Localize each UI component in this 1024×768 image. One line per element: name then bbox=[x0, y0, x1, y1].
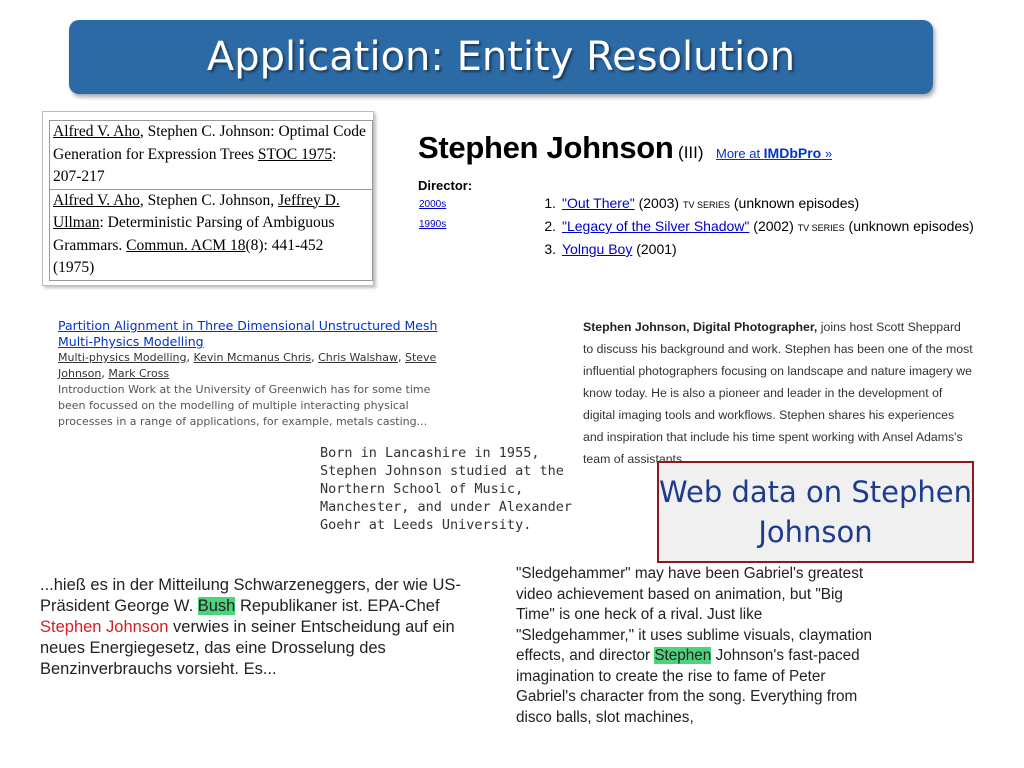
imdb-credit-title-link[interactable]: "Out There" bbox=[562, 195, 635, 211]
imdbpro-suffix: » bbox=[821, 146, 833, 161]
imdb-person-disambig: (III) bbox=[678, 143, 704, 162]
highlighted-name: Stephen Johnson bbox=[40, 618, 169, 636]
imdb-credit-title-link[interactable]: Yolngu Boy bbox=[562, 241, 632, 257]
paper-author-link[interactable]: Chris Walshaw bbox=[318, 351, 398, 364]
slide-title-bar: Application: Entity Resolution bbox=[69, 20, 933, 94]
imdb-credit-year: (2001) bbox=[632, 241, 677, 257]
imdb-credit-num: 1. bbox=[544, 195, 556, 211]
imdb-credit-row: 3. Yolngu Boy (2001) bbox=[534, 239, 974, 260]
imdb-decade-links: 2000s 1990s bbox=[419, 195, 446, 235]
slide-title: Application: Entity Resolution bbox=[206, 34, 796, 80]
dblp-author-link[interactable]: Alfred V. Aho bbox=[53, 192, 140, 209]
photographer-snippet: Stephen Johnson, Digital Photographer, j… bbox=[583, 316, 973, 470]
author-sep: , bbox=[397, 351, 405, 364]
imdb-credit-num: 3. bbox=[544, 241, 556, 257]
imdb-header: Stephen Johnson (III) More at IMDbPro » bbox=[418, 130, 998, 166]
imdb-decade-link[interactable]: 2000s bbox=[419, 195, 446, 215]
paper-authors: Multi-physics Modelling, Kevin Mcmanus C… bbox=[58, 350, 438, 382]
paper-title-link[interactable]: Partition Alignment in Three Dimensional… bbox=[58, 318, 438, 350]
paper-snippet: Partition Alignment in Three Dimensional… bbox=[58, 318, 438, 430]
dblp-entry-2: Alfred V. Aho, Stephen C. Johnson, Jeffr… bbox=[49, 188, 373, 281]
imdb-credit-year: (2003) bbox=[634, 195, 683, 211]
paper-author-link[interactable]: Multi-physics Modelling bbox=[58, 351, 186, 364]
dblp-author-link[interactable]: Alfred V. Aho bbox=[53, 123, 140, 140]
imdb-credit-year: (2002) bbox=[749, 218, 798, 234]
imdb-credit-tag: TV series bbox=[682, 200, 730, 210]
photographer-text: joins host Scott Sheppard to discuss his… bbox=[583, 320, 973, 466]
composer-snippet: Born in Lancashire in 1955, Stephen John… bbox=[320, 445, 572, 533]
imdb-credit-row: 2. "Legacy of the Silver Shadow" (2002) T… bbox=[534, 216, 974, 239]
imdb-credit-list: 1. "Out There" (2003) TV series (unknown … bbox=[534, 193, 974, 260]
highlighted-term: Stephen bbox=[654, 647, 712, 664]
imdb-snippet: Stephen Johnson (III) More at IMDbPro » … bbox=[418, 130, 998, 263]
dblp-venue-link[interactable]: STOC 1975 bbox=[258, 146, 332, 163]
dblp-entry-text: , Stephen C. Johnson, bbox=[139, 191, 279, 209]
dblp-snippet: Alfred V. Aho, Stephen C. Johnson: Optim… bbox=[42, 111, 374, 286]
paper-author-link[interactable]: Mark Cross bbox=[108, 367, 169, 380]
imdbpro-brand: IMDbPro bbox=[763, 145, 822, 161]
imdb-person-name: Stephen Johnson bbox=[418, 130, 674, 165]
highlighted-term: Bush bbox=[197, 597, 236, 615]
imdbpro-link[interactable]: More at IMDbPro » bbox=[715, 145, 833, 161]
photographer-heading: Stephen Johnson, Digital Photographer, bbox=[583, 320, 818, 334]
imdbpro-prefix: More at bbox=[715, 146, 764, 161]
imdb-filmography: 2000s 1990s 1. "Out There" (2003) TV seri… bbox=[418, 193, 998, 263]
callout-box: Web data on Stephen Johnson bbox=[657, 461, 974, 563]
german-news-snippet: ...hieß es in der Mitteilung Schwarzeneg… bbox=[40, 575, 480, 680]
imdb-director-label: Director: bbox=[418, 178, 473, 193]
dblp-entry-1: Alfred V. Aho, Stephen C. Johnson: Optim… bbox=[49, 120, 373, 189]
imdb-credit-tag: TV series bbox=[797, 223, 845, 233]
imdb-credit-row: 1. "Out There" (2003) TV series (unknown … bbox=[534, 193, 974, 216]
german-text: Republikaner ist. EPA-Chef bbox=[235, 597, 440, 615]
callout-text: Web data on Stephen Johnson bbox=[659, 475, 972, 549]
paper-abstract: Introduction Work at the University of G… bbox=[58, 383, 431, 428]
imdb-credit-extra: (unknown episodes) bbox=[729, 195, 860, 211]
paper-author-link[interactable]: Kevin Mcmanus Chris bbox=[193, 351, 311, 364]
music-video-snippet: "Sledgehammer" may have been Gabriel's g… bbox=[516, 564, 882, 728]
imdb-credit-num: 2. bbox=[544, 218, 556, 234]
imdb-credit-title-link[interactable]: "Legacy of the Silver Shadow" bbox=[562, 218, 749, 234]
imdb-decade-link[interactable]: 1990s bbox=[419, 215, 446, 235]
dblp-venue-link[interactable]: Commun. ACM 18 bbox=[126, 237, 245, 254]
imdb-credit-extra: (unknown episodes) bbox=[844, 218, 974, 234]
